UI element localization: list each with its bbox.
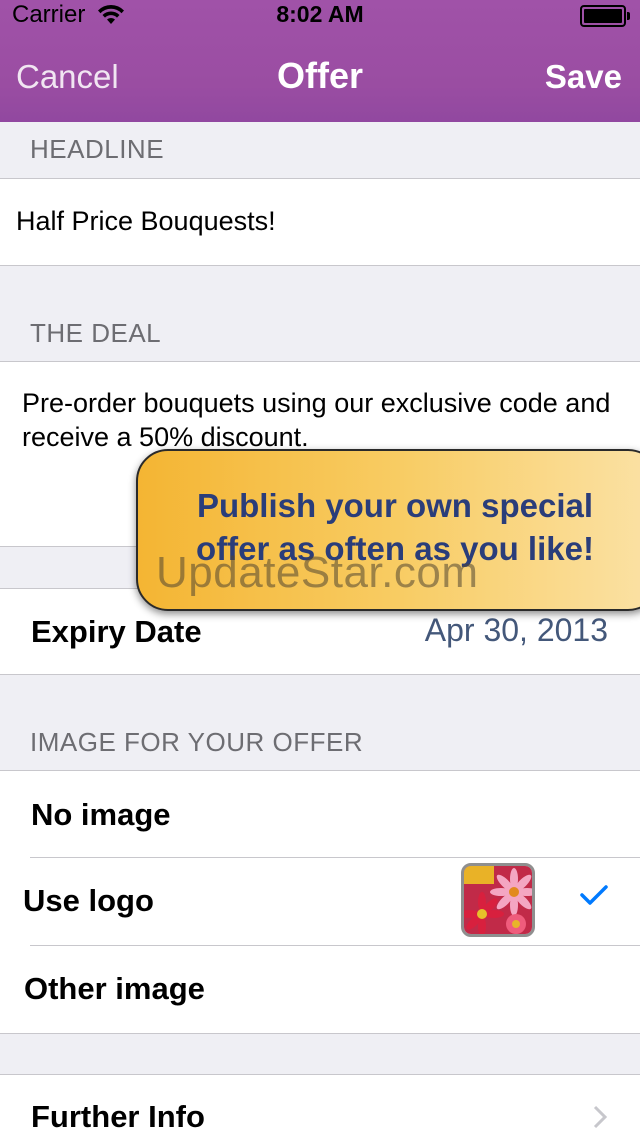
deal-section-header: THE DEAL	[30, 318, 162, 348]
chevron-right-icon	[592, 1104, 608, 1135]
expiry-date-label: Expiry Date	[31, 614, 202, 649]
save-button[interactable]: Save	[545, 58, 622, 96]
further-info-label: Further Info	[31, 1099, 205, 1134]
status-time: 8:02 AM	[276, 1, 364, 27]
headline-input-value[interactable]: Half Price Bouquests!	[16, 206, 276, 237]
option-use-logo[interactable]: Use logo	[23, 883, 154, 919]
flower-image-icon	[464, 866, 532, 934]
status-bar: Carrier 8:02 AM	[0, 0, 640, 30]
headline-section-header: HEADLINE	[30, 134, 165, 164]
battery-icon	[580, 5, 630, 27]
watermark: UpdateStar.com	[156, 548, 479, 597]
logo-thumbnail	[461, 863, 535, 937]
image-section-header: IMAGE FOR YOUR OFFER	[30, 727, 364, 757]
expiry-date-value[interactable]: Apr 30, 2013	[425, 612, 608, 649]
deal-text-value[interactable]: Pre-order bouquets using our exclusive c…	[22, 386, 622, 454]
option-no-image[interactable]: No image	[31, 797, 171, 833]
checkmark-icon	[580, 884, 608, 911]
promo-line-1: Publish your own special	[196, 487, 594, 524]
navigation-bar: Carrier 8:02 AM Cancel Offer Save	[0, 0, 640, 122]
option-other-image[interactable]: Other image	[24, 971, 205, 1007]
